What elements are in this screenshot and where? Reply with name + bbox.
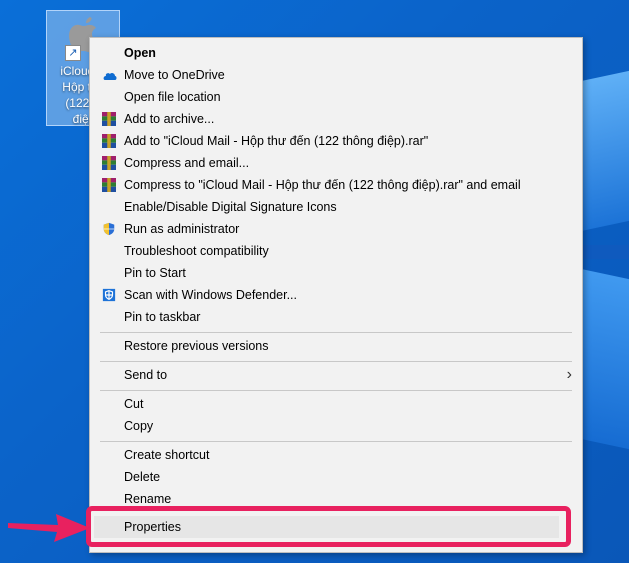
menu-item-run-as-administrator[interactable]: Run as administrator bbox=[90, 218, 582, 240]
winrar-icon bbox=[102, 112, 116, 126]
context-menu: Open Move to OneDrive Open file location… bbox=[89, 37, 583, 553]
menu-item-label: Restore previous versions bbox=[124, 339, 269, 353]
menu-item-label: Cut bbox=[124, 397, 144, 411]
menu-item-label: Create shortcut bbox=[124, 448, 210, 462]
uac-shield-icon bbox=[103, 222, 115, 236]
menu-item-open-file-location[interactable]: Open file location bbox=[90, 86, 582, 108]
menu-item-label: Scan with Windows Defender... bbox=[124, 288, 297, 302]
menu-separator bbox=[100, 390, 572, 391]
menu-item-label: Open file location bbox=[124, 90, 221, 104]
winrar-icon bbox=[102, 134, 116, 148]
menu-item-move-to-onedrive[interactable]: Move to OneDrive bbox=[90, 64, 582, 86]
menu-item-compress-to-rar-and-email[interactable]: Compress to "iCloud Mail - Hộp thư đến (… bbox=[90, 174, 582, 196]
menu-item-delete[interactable]: Delete bbox=[90, 466, 582, 488]
menu-item-label: Troubleshoot compatibility bbox=[124, 244, 269, 258]
menu-item-send-to[interactable]: Send to › bbox=[90, 364, 582, 386]
menu-item-label: Add to "iCloud Mail - Hộp thư đến (122 t… bbox=[124, 134, 429, 148]
menu-item-label: Pin to taskbar bbox=[124, 310, 201, 324]
menu-item-add-to-rar[interactable]: Add to "iCloud Mail - Hộp thư đến (122 t… bbox=[90, 130, 582, 152]
menu-item-label: Delete bbox=[124, 470, 161, 484]
menu-item-cut[interactable]: Cut bbox=[90, 393, 582, 415]
menu-item-label: Open bbox=[124, 46, 156, 60]
menu-separator bbox=[100, 332, 572, 333]
menu-item-label: Compress and email... bbox=[124, 156, 250, 170]
menu-item-restore-previous-versions[interactable]: Restore previous versions bbox=[90, 335, 582, 357]
menu-item-troubleshoot-compatibility[interactable]: Troubleshoot compatibility bbox=[90, 240, 582, 262]
winrar-icon bbox=[102, 178, 116, 192]
menu-item-label: Run as administrator bbox=[124, 222, 240, 236]
annotation-arrow-icon bbox=[8, 514, 90, 542]
menu-item-label: Compress to "iCloud Mail - Hộp thư đến (… bbox=[124, 178, 521, 192]
menu-item-label: Move to OneDrive bbox=[124, 68, 225, 82]
menu-item-create-shortcut[interactable]: Create shortcut bbox=[90, 444, 582, 466]
menu-item-pin-to-taskbar[interactable]: Pin to taskbar bbox=[90, 306, 582, 328]
menu-separator bbox=[100, 441, 572, 442]
onedrive-cloud-icon bbox=[103, 72, 117, 80]
shortcut-arrow-icon: ↗ bbox=[65, 45, 81, 61]
menu-item-pin-to-start[interactable]: Pin to Start bbox=[90, 262, 582, 284]
menu-separator bbox=[100, 361, 572, 362]
menu-item-label: Pin to Start bbox=[124, 266, 186, 280]
menu-item-label: Add to archive... bbox=[124, 112, 215, 126]
winrar-icon bbox=[102, 156, 116, 170]
chevron-right-icon: › bbox=[566, 366, 572, 383]
menu-item-label: Send to bbox=[124, 368, 168, 382]
menu-item-digital-signature-icons[interactable]: Enable/Disable Digital Signature Icons bbox=[90, 196, 582, 218]
menu-item-scan-with-defender[interactable]: Scan with Windows Defender... bbox=[90, 284, 582, 306]
menu-item-copy[interactable]: Copy bbox=[90, 415, 582, 437]
menu-item-add-to-archive[interactable]: Add to archive... bbox=[90, 108, 582, 130]
annotation-highlight-box bbox=[86, 506, 571, 547]
defender-icon bbox=[102, 288, 116, 302]
menu-item-label: Copy bbox=[124, 419, 154, 433]
menu-item-open[interactable]: Open bbox=[90, 42, 582, 64]
menu-item-label: Enable/Disable Digital Signature Icons bbox=[124, 200, 337, 214]
menu-item-compress-and-email[interactable]: Compress and email... bbox=[90, 152, 582, 174]
